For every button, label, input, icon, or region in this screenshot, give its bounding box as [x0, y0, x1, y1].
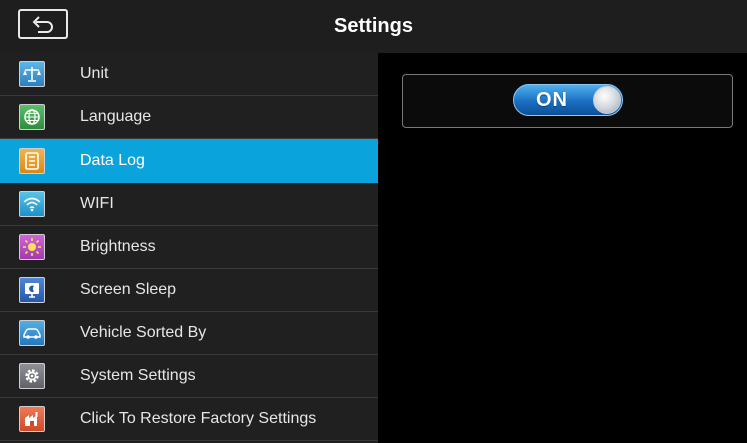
menu-label: Data Log — [80, 151, 145, 169]
vehicle-icon — [19, 320, 45, 346]
menu-item-data-log[interactable]: Data Log — [0, 139, 378, 183]
menu-label: Click To Restore Factory Settings — [80, 410, 317, 427]
data-log-icon — [19, 147, 45, 174]
menu-item-restore-factory-settings[interactable]: Click To Restore Factory Settings — [0, 398, 378, 441]
detail-panel: ON — [378, 53, 747, 443]
menu-label: Screen Sleep — [80, 281, 177, 298]
page-title: Settings — [334, 15, 413, 37]
back-button[interactable] — [18, 9, 68, 39]
menu-label: Language — [80, 108, 152, 125]
menu-item-wifi[interactable]: WIFI — [0, 183, 378, 226]
wifi-icon — [19, 191, 45, 217]
menu-item-system-settings[interactable]: System Settings — [0, 355, 378, 398]
toggle-knob — [593, 86, 621, 114]
brightness-icon — [19, 234, 45, 260]
menu-item-vehicle-sorted-by[interactable]: Vehicle Sorted By — [0, 312, 378, 355]
menu-label: WIFI — [80, 195, 114, 212]
settings-menu: Unit Language Data Log WIFI Brightness S… — [0, 53, 378, 443]
menu-label: Brightness — [80, 238, 156, 255]
gear-icon — [19, 363, 45, 389]
scale-icon — [19, 61, 45, 87]
factory-reset-icon — [19, 406, 45, 432]
toggle-state-label: ON — [536, 89, 568, 111]
data-log-toggle[interactable]: ON — [513, 84, 623, 116]
menu-item-unit[interactable]: Unit — [0, 53, 378, 96]
menu-label: Unit — [80, 65, 109, 82]
menu-item-brightness[interactable]: Brightness — [0, 226, 378, 269]
back-arrow-icon — [32, 16, 53, 33]
globe-icon — [19, 104, 45, 130]
menu-item-language[interactable]: Language — [0, 96, 378, 139]
data-log-toggle-card: ON — [402, 74, 733, 128]
screen-sleep-icon — [19, 277, 45, 303]
menu-label: System Settings — [80, 367, 196, 384]
header-bar: Settings — [0, 0, 747, 53]
menu-item-screen-sleep[interactable]: Screen Sleep — [0, 269, 378, 312]
menu-label: Vehicle Sorted By — [80, 324, 207, 341]
